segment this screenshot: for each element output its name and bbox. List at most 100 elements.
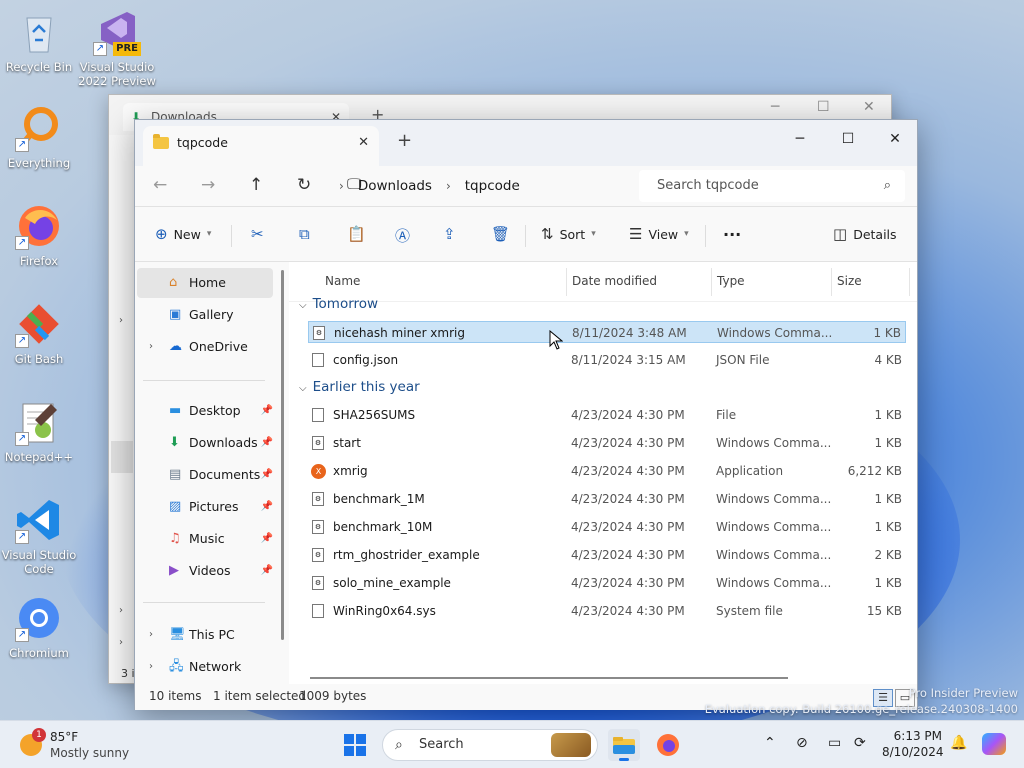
- sidebar-item-gallery[interactable]: ▣ Gallery: [137, 300, 273, 330]
- delete-button[interactable]: 🗑: [491, 225, 516, 243]
- column-header-date[interactable]: Date modified: [572, 274, 657, 288]
- divider[interactable]: [831, 268, 832, 296]
- videos-icon: ▶: [169, 563, 179, 578]
- sidebar-item-downloads[interactable]: ⬇ Downloads 📌: [137, 428, 273, 458]
- column-header-size[interactable]: Size: [837, 274, 862, 288]
- tab-tqpcode[interactable]: tqpcode ✕: [143, 126, 379, 166]
- new-tab-button[interactable]: +: [397, 130, 412, 151]
- new-button[interactable]: ⊕ New ▾: [155, 225, 211, 243]
- table-row[interactable]: ⚙ rtm_ghostrider_example 4/23/2024 4:30 …: [308, 544, 906, 566]
- maximize-icon[interactable]: ☐: [817, 99, 830, 115]
- pin-icon[interactable]: 📌: [261, 460, 273, 490]
- column-header-type[interactable]: Type: [717, 274, 745, 288]
- explorer-window[interactable]: tqpcode ✕ + ─ ☐ ✕ ← → ↑ ↻ 🖵 › Downloads …: [134, 119, 918, 710]
- file-icon: [312, 408, 324, 422]
- clock-time: 6:13 PM: [893, 729, 942, 743]
- sidebar-item-pictures[interactable]: ▨ Pictures 📌: [137, 492, 273, 522]
- chevron-up-icon[interactable]: ⌃: [764, 735, 776, 751]
- desktop-icon-chromium[interactable]: ↗ Chromium: [0, 594, 78, 660]
- sidebar-item-onedrive[interactable]: › ☁ OneDrive: [137, 332, 273, 362]
- network-disconnected-icon[interactable]: ⊘: [796, 735, 808, 751]
- file-name: start: [333, 436, 361, 450]
- close-icon[interactable]: ✕: [863, 99, 875, 115]
- group-header-tomorrow[interactable]: ⌵ Tomorrow: [299, 296, 378, 312]
- desktop-icon-visual-studio[interactable]: PRE ↗ Visual Studio 2022 Preview: [78, 8, 156, 88]
- sidebar-item-this-pc[interactable]: › 🖥 This PC: [137, 620, 273, 650]
- horizontal-scrollbar[interactable]: [310, 677, 788, 679]
- up-arrow-icon[interactable]: ↑: [249, 175, 263, 195]
- start-button[interactable]: [344, 734, 366, 756]
- paste-button[interactable]: 📋: [347, 225, 372, 243]
- sidebar-item-documents[interactable]: ▤ Documents 📌: [137, 460, 273, 490]
- sidebar-item-home[interactable]: ⌂ Home: [137, 268, 273, 298]
- details-button[interactable]: ◫ Details: [833, 225, 897, 243]
- background-status-fragment: 3 i: [121, 667, 135, 680]
- sidebar-item-network[interactable]: › 🖧 Network: [137, 652, 273, 682]
- rename-button[interactable]: Ⓐ: [395, 225, 416, 246]
- desktop-icon-git-bash[interactable]: ↗ Git Bash: [0, 300, 78, 366]
- table-row[interactable]: ⚙ benchmark_10M 4/23/2024 4:30 PM Window…: [308, 516, 906, 538]
- desktop-icon-everything[interactable]: ↗ Everything: [0, 104, 78, 170]
- title-bar[interactable]: tqpcode ✕ + ─ ☐ ✕: [135, 120, 917, 166]
- divider[interactable]: [711, 268, 712, 296]
- taskbar-firefox[interactable]: [652, 729, 684, 761]
- sort-button[interactable]: ⇅ Sort ▾: [541, 225, 596, 243]
- desktop-icon-notepad-plus-plus[interactable]: ↗ Notepad++: [0, 398, 78, 464]
- copilot-icon[interactable]: [982, 733, 1006, 755]
- visual-studio-icon: PRE ↗: [93, 8, 141, 56]
- taskbar-file-explorer[interactable]: [608, 729, 640, 761]
- file-name: config.json: [333, 353, 399, 367]
- refresh-icon[interactable]: ↻: [297, 175, 311, 195]
- more-options-button[interactable]: ···: [723, 225, 741, 244]
- breadcrumb-tqpcode[interactable]: tqpcode: [465, 178, 520, 194]
- sidebar-scrollbar[interactable]: [281, 270, 284, 640]
- group-header-earlier-this-year[interactable]: ⌵ Earlier this year: [299, 379, 420, 395]
- display-icon[interactable]: ▭: [828, 735, 841, 751]
- table-row[interactable]: config.json 8/11/2024 3:15 AM JSON File …: [308, 349, 906, 371]
- desktop-icon-vscode[interactable]: ↗ Visual Studio Code: [0, 496, 78, 576]
- file-type: Windows Comma...: [717, 326, 833, 340]
- table-row[interactable]: ⚙ nicehash miner xmrig 8/11/2024 3:48 AM…: [308, 321, 906, 343]
- search-input[interactable]: Search tqpcode ⌕: [639, 170, 905, 202]
- breadcrumb-downloads[interactable]: Downloads: [358, 178, 432, 194]
- divider[interactable]: [909, 268, 910, 296]
- table-row[interactable]: ⚙ solo_mine_example 4/23/2024 4:30 PM Wi…: [308, 572, 906, 594]
- clock[interactable]: 6:13 PM 8/10/2024: [882, 728, 944, 760]
- chevron-right-icon[interactable]: ›: [149, 620, 153, 650]
- maximize-button[interactable]: ☐: [825, 124, 871, 154]
- sidebar-item-music[interactable]: ♫ Music 📌: [137, 524, 273, 554]
- desktop-icon-recycle-bin[interactable]: Recycle Bin: [0, 8, 78, 74]
- pin-icon[interactable]: 📌: [261, 428, 273, 458]
- pin-icon[interactable]: 📌: [261, 492, 273, 522]
- close-tab-icon[interactable]: ✕: [358, 126, 369, 160]
- pin-icon[interactable]: 📌: [261, 524, 273, 554]
- close-window-button[interactable]: ✕: [872, 124, 918, 154]
- pin-icon[interactable]: 📌: [261, 396, 273, 426]
- taskbar-search[interactable]: ⌕ Search: [382, 729, 598, 761]
- desktop-icon-label: Everything: [7, 156, 71, 170]
- share-button[interactable]: ⇪: [443, 225, 462, 243]
- back-arrow-icon[interactable]: ←: [153, 175, 167, 195]
- column-header-name[interactable]: Name: [325, 274, 360, 288]
- sidebar-item-videos[interactable]: ▶ Videos 📌: [137, 556, 273, 586]
- sidebar-item-desktop[interactable]: ▬ Desktop 📌: [137, 396, 273, 426]
- desktop-icon-firefox[interactable]: ↗ Firefox: [0, 202, 78, 268]
- chevron-right-icon[interactable]: ›: [149, 332, 153, 362]
- pin-icon[interactable]: 📌: [261, 556, 273, 586]
- breadcrumb[interactable]: › Downloads › tqpcode: [339, 166, 520, 206]
- minimize-button[interactable]: ─: [777, 124, 823, 154]
- table-row[interactable]: ⚙ benchmark_1M 4/23/2024 4:30 PM Windows…: [308, 488, 906, 510]
- settings-sync-icon[interactable]: ⟳: [854, 735, 866, 751]
- cut-button[interactable]: ✂: [251, 225, 270, 243]
- chevron-right-icon[interactable]: ›: [149, 652, 153, 682]
- divider[interactable]: [566, 268, 567, 296]
- table-row[interactable]: SHA256SUMS 4/23/2024 4:30 PM File 1 KB: [308, 404, 906, 426]
- table-row[interactable]: WinRing0x64.sys 4/23/2024 4:30 PM System…: [308, 600, 906, 622]
- table-row[interactable]: X xmrig 4/23/2024 4:30 PM Application 6,…: [308, 460, 906, 482]
- minimize-icon[interactable]: ─: [771, 99, 779, 115]
- table-row[interactable]: ⚙ start 4/23/2024 4:30 PM Windows Comma.…: [308, 432, 906, 454]
- copy-button[interactable]: ⧉: [299, 225, 316, 243]
- view-button[interactable]: ☰ View ▾: [629, 225, 689, 243]
- forward-arrow-icon[interactable]: →: [201, 175, 215, 195]
- notification-bell-icon[interactable]: 🔔: [950, 735, 967, 751]
